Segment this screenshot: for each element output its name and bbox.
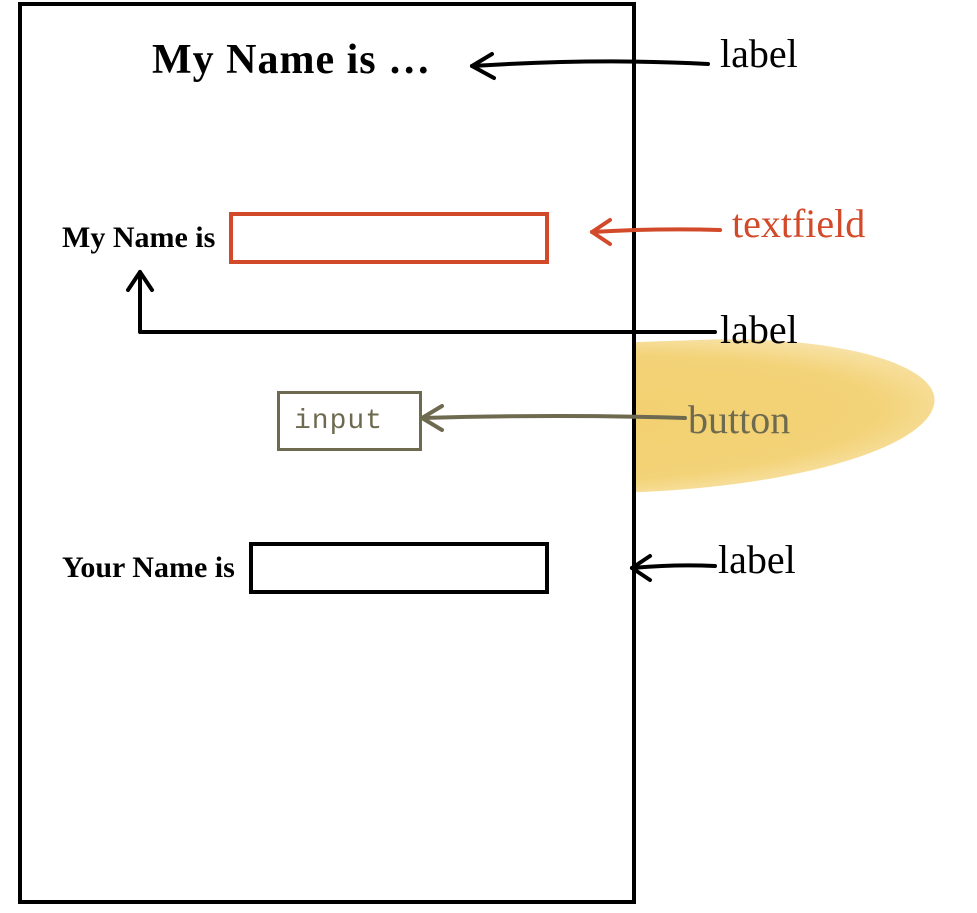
your-name-row: Your Name is <box>62 542 549 594</box>
arrow-to-textfield <box>580 214 730 254</box>
annotation-button: button <box>688 396 790 443</box>
arrow-to-button <box>410 400 690 440</box>
annotation-label-heading: label <box>720 30 798 77</box>
my-name-row: My Name is <box>62 212 549 264</box>
annotation-textfield: textfield <box>732 200 865 247</box>
arrow-to-yourname-label <box>620 550 720 590</box>
my-name-input[interactable] <box>229 212 549 264</box>
arrow-to-myname-label <box>110 260 720 350</box>
annotation-label-field: label <box>720 306 798 353</box>
your-name-output <box>249 542 549 594</box>
submit-button[interactable]: input <box>277 391 422 451</box>
my-name-label: My Name is <box>62 221 215 255</box>
arrow-to-heading <box>460 48 710 88</box>
heading-label: My Name is … <box>152 36 431 84</box>
annotation-label-output: label <box>718 536 796 583</box>
your-name-label: Your Name is <box>62 551 235 585</box>
app-frame: My Name is … My Name is input Your Name … <box>18 2 636 904</box>
